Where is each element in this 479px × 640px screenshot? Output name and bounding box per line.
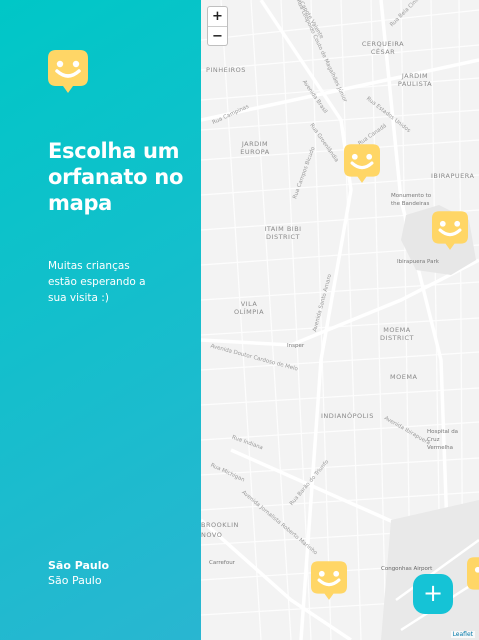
district-label: MOEMA [390, 373, 418, 381]
poi-label: Insper [287, 343, 305, 349]
zoom-control: + − [207, 6, 228, 46]
poi-label: Carrefour [209, 560, 235, 566]
district-label: ITAIM BIBI DISTRICT [264, 225, 302, 241]
zoom-out-button[interactable]: − [208, 26, 227, 45]
district-label: JARDIM PAULISTA [397, 72, 433, 88]
smiley-map-marker-icon[interactable] [432, 211, 468, 251]
district-label: BROOKLIN NOVO [201, 521, 239, 539]
district-label: INDIANÓPOLIS [321, 412, 374, 420]
sidebar: Escolha um orfanato no mapa Muitas crian… [0, 0, 201, 640]
district-label: VILA OLÍMPIA [233, 300, 265, 316]
page-subtitle: Muitas crianças estão esperando a sua vi… [48, 260, 146, 304]
district-label: CERQUEIRA CÉSAR [361, 40, 405, 56]
map-attribution[interactable]: Leaflet [450, 631, 475, 638]
map[interactable]: + − CERQUEIRA CÉSAR PINHEIROS JARDIM PAU… [201, 0, 479, 640]
poi-label: Hospital da Cruz Vermelha [427, 429, 459, 451]
poi-label: Ibirapuera Park [397, 259, 439, 265]
location-state: São Paulo [48, 574, 102, 587]
district-label: JARDIM EUROPA [240, 140, 270, 156]
smiley-map-marker-icon[interactable] [311, 561, 347, 601]
district-label: PINHEIROS [206, 66, 246, 74]
smiley-map-marker-icon[interactable] [467, 557, 479, 597]
poi-label: Monumento to the Bandeiras [391, 193, 432, 207]
poi-label: Congonhas Airport [381, 566, 433, 572]
location-city: São Paulo [48, 559, 110, 572]
location: São Paulo São Paulo [48, 558, 109, 588]
smiley-logo-icon [48, 50, 88, 93]
district-label: IBIRAPUERA [431, 172, 475, 180]
zoom-in-button[interactable]: + [208, 7, 227, 26]
smiley-map-marker-icon[interactable] [344, 144, 380, 184]
page-title: Escolha um orfanato no mapa [48, 139, 184, 215]
add-orphanage-button[interactable]: + [413, 574, 453, 614]
district-label: MOEMA DISTRICT [380, 326, 414, 342]
